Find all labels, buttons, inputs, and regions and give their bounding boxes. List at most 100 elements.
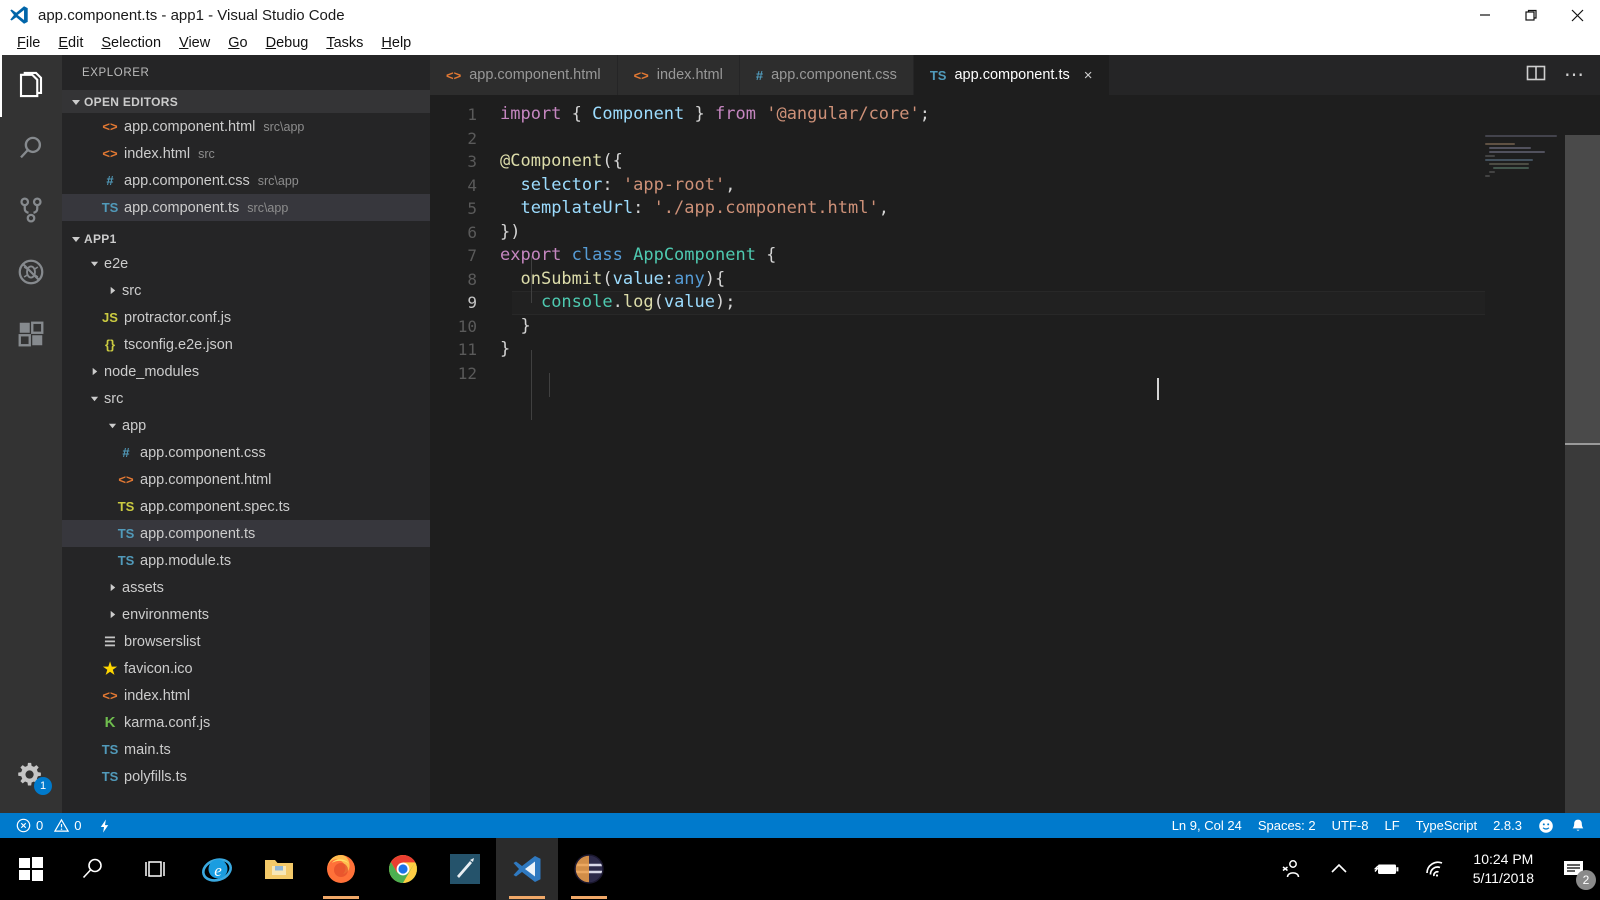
list-file-icon: ☰ (104, 633, 116, 649)
section-project-app1[interactable]: APP1 (62, 227, 430, 250)
chevron-down-icon (86, 259, 102, 268)
tab-index-html[interactable]: <> index.html (617, 55, 740, 95)
system-tray: 10:24 PM 5/11/2018 2 (1267, 838, 1600, 900)
status-eol[interactable]: LF (1376, 818, 1407, 833)
file-name: browserslist (124, 633, 201, 650)
task-view-button[interactable] (124, 838, 186, 900)
line-number: 1 (467, 105, 477, 124)
status-live-share[interactable] (89, 818, 120, 834)
start-button[interactable] (0, 838, 62, 900)
file-name: app.component.css (124, 172, 250, 189)
visual-studio-code-button[interactable] (496, 838, 558, 900)
open-editor-item[interactable]: # app.component.css src\app (62, 167, 430, 194)
tree-folder-e2e[interactable]: e2e (62, 250, 430, 277)
tree-folder-e2e-src[interactable]: src (62, 277, 430, 304)
tree-file-polyfills-ts[interactable]: TS polyfills.ts (62, 763, 430, 790)
menu-selection[interactable]: Selection (92, 33, 170, 53)
code-line: 5 templateUrl: './app.component.html', (430, 197, 1600, 221)
menu-tasks[interactable]: Tasks (317, 33, 372, 53)
close-button[interactable] (1554, 0, 1600, 30)
tree-file-app-component-spec-ts[interactable]: TS app.component.spec.ts (62, 493, 430, 520)
activity-source-control[interactable] (0, 179, 62, 241)
file-explorer-button[interactable] (248, 838, 310, 900)
action-center-button[interactable]: 2 (1548, 838, 1600, 900)
tree-file-karma-conf[interactable]: K karma.conf.js (62, 709, 430, 736)
status-typescript-version[interactable]: 2.8.3 (1485, 818, 1530, 833)
html-file-icon: <> (633, 67, 649, 83)
folder-name: node_modules (104, 363, 200, 380)
internet-explorer-button[interactable]: e (186, 838, 248, 900)
status-feedback-smiley-icon[interactable] (1530, 818, 1562, 834)
menu-view[interactable]: View (170, 33, 219, 53)
status-language-mode[interactable]: TypeScript (1408, 818, 1485, 833)
activity-extensions[interactable] (0, 303, 62, 365)
tree-file-tsconfig-e2e[interactable]: {} tsconfig.e2e.json (62, 331, 430, 358)
firefox-button[interactable] (310, 838, 372, 900)
taskbar-clock[interactable]: 10:24 PM 5/11/2018 (1459, 838, 1548, 900)
menu-help[interactable]: Help (372, 33, 420, 53)
wifi-icon[interactable] (1411, 838, 1459, 900)
tree-file-app-module-ts[interactable]: TS app.module.ts (62, 547, 430, 574)
menu-file[interactable]: File (8, 33, 49, 53)
line-number: 12 (457, 363, 477, 383)
minimap[interactable] (1485, 135, 1565, 255)
taskbar-search-button[interactable] (62, 838, 124, 900)
activity-search[interactable] (0, 117, 62, 179)
menu-edit[interactable]: Edit (49, 33, 92, 53)
menu-debug[interactable]: Debug (257, 33, 318, 53)
tree-file-app-component-ts[interactable]: TS app.component.ts (62, 520, 430, 547)
tree-file-protractor-conf[interactable]: JS protractor.conf.js (62, 304, 430, 331)
tab-app-component-css[interactable]: # app.component.css (739, 55, 914, 95)
close-icon[interactable]: × (1084, 67, 1093, 84)
tab-label: app.component.html (469, 67, 601, 83)
show-hidden-icons-chevron[interactable] (1315, 838, 1363, 900)
tree-folder-src[interactable]: src (62, 385, 430, 412)
activity-settings[interactable]: 1 (0, 745, 62, 807)
tree-folder-assets[interactable]: assets (62, 574, 430, 601)
tree-folder-node-modules[interactable]: node_modules (62, 358, 430, 385)
activity-debug[interactable] (0, 241, 62, 303)
menu-go[interactable]: Go (219, 33, 256, 53)
status-problems[interactable]: 0 0 (8, 818, 89, 833)
tree-file-favicon[interactable]: ★ favicon.ico (62, 655, 430, 682)
split-editor-icon[interactable] (1526, 63, 1546, 88)
tab-app-component-html[interactable]: <> app.component.html (430, 55, 618, 95)
tab-app-component-ts[interactable]: TS app.component.ts × (913, 55, 1110, 95)
google-chrome-button[interactable] (372, 838, 434, 900)
open-editor-item[interactable]: <> index.html src (62, 140, 430, 167)
vscode-icon (513, 856, 541, 882)
restore-button[interactable] (1508, 0, 1554, 30)
tree-file-index-html[interactable]: <> index.html (62, 682, 430, 709)
open-editor-item-selected[interactable]: TS app.component.ts src\app (62, 194, 430, 221)
editor-scrollbar[interactable] (1565, 135, 1600, 813)
battery-charging-icon[interactable] (1363, 838, 1411, 900)
sidebar-title: EXPLORER (82, 66, 150, 79)
folder-name: assets (122, 579, 164, 596)
editor-app-button[interactable] (434, 838, 496, 900)
tree-file-app-component-css[interactable]: # app.component.css (62, 439, 430, 466)
status-indentation[interactable]: Spaces: 2 (1250, 818, 1324, 833)
typescript-file-icon: TS (101, 200, 119, 215)
open-editor-item[interactable]: <> app.component.html src\app (62, 113, 430, 140)
chevron-right-icon (104, 583, 120, 592)
activity-explorer[interactable] (0, 55, 62, 117)
status-cursor-position[interactable]: Ln 9, Col 24 (1164, 818, 1250, 833)
tree-file-browserslist[interactable]: ☰ browserslist (62, 628, 430, 655)
code-editor[interactable]: 1 import { Component } from '@angular/co… (430, 95, 1600, 813)
status-encoding[interactable]: UTF-8 (1324, 818, 1377, 833)
chevron-down-icon (104, 421, 120, 430)
cursor-app-icon (450, 854, 480, 884)
tree-folder-app[interactable]: app (62, 412, 430, 439)
minimize-button[interactable] (1462, 0, 1508, 30)
line-number: 6 (467, 222, 477, 242)
scrollbar-thumb[interactable] (1565, 135, 1600, 445)
status-notifications-bell-icon[interactable] (1562, 818, 1594, 834)
terminal-app-button[interactable] (558, 838, 620, 900)
tab-label: app.component.ts (954, 67, 1070, 83)
tree-file-main-ts[interactable]: TS main.ts (62, 736, 430, 763)
people-icon[interactable] (1267, 838, 1315, 900)
tree-folder-environments[interactable]: environments (62, 601, 430, 628)
tree-file-app-component-html[interactable]: <> app.component.html (62, 466, 430, 493)
section-open-editors[interactable]: OPEN EDITORS (62, 90, 430, 113)
more-actions-icon[interactable]: ⋯ (1564, 65, 1584, 85)
